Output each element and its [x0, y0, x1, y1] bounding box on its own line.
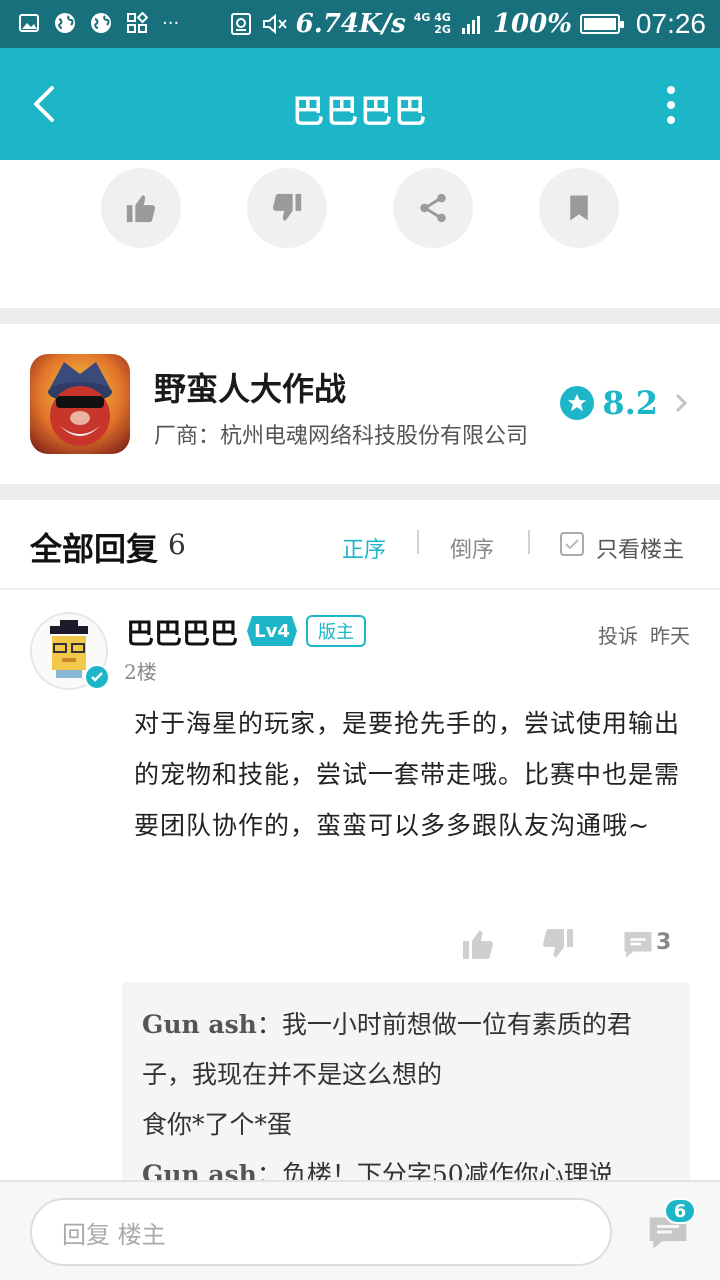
sort-ascending[interactable]: 正序 [342, 532, 386, 564]
sort-separator [528, 530, 530, 554]
like-button[interactable] [101, 168, 181, 248]
thumbs-up-icon[interactable] [460, 926, 496, 962]
comment-body: 对于海星的玩家，是要抢先手的，尝试使用输出的宠物和技能，尝试一套带走哦。比赛中也… [134, 709, 681, 840]
comment-item: 巴巴巴巴 Lv4 版主 2楼 投诉 昨天 对于海星的玩家，是要抢先手的，尝试使用… [0, 592, 720, 1280]
comment-time: 昨天 [650, 624, 690, 648]
replies-title: 全部回复 [30, 530, 159, 568]
sort-separator [417, 530, 419, 554]
post-actions [0, 160, 720, 308]
owner-only-label[interactable]: 只看楼主 [596, 532, 684, 564]
share-button[interactable] [393, 168, 473, 248]
reply-count: 3 [656, 930, 672, 955]
game-rating[interactable]: 8.2 [560, 384, 690, 422]
bookmark-icon [570, 195, 588, 221]
report-link[interactable]: 投诉 [598, 620, 638, 649]
replies-header: 全部回复 6 正序 倒序 只看楼主 [0, 500, 720, 590]
page-title: 巴巴巴巴 [291, 92, 428, 130]
thumbs-up-icon [126, 195, 156, 223]
reply-input[interactable]: 回复 楼主 [30, 1198, 612, 1266]
check-icon [565, 539, 579, 550]
star-icon [560, 386, 595, 420]
overflow-dots: ··· [162, 12, 180, 34]
level-badge: Lv4 [247, 616, 297, 646]
sub-reply-author[interactable]: Gun ash [142, 1010, 257, 1039]
nfc-icon [228, 11, 254, 37]
sub-reply[interactable]: Gun ash：我一小时前想做一位有素质的君子，我现在并不是这么想的 [142, 1000, 670, 1100]
game-vendor: 厂商：杭州电魂网络科技股份有限公司 [154, 424, 529, 449]
app-grid-icon [124, 10, 150, 36]
comment-actions: 3 [460, 922, 690, 966]
sub-reply[interactable]: 食你*了个*蛋 [142, 1100, 670, 1150]
app-bar: 巴巴巴巴 [0, 48, 720, 160]
floor-number: 2楼 [124, 660, 157, 684]
game-name: 野蛮人大作战 [154, 370, 347, 408]
gallery-icon [16, 10, 42, 36]
globe-icon [52, 10, 78, 36]
battery-icon [579, 14, 624, 34]
chevron-right-icon [675, 393, 688, 413]
thumbs-down-icon [272, 193, 302, 221]
net-speed: 6.74K/s [295, 9, 406, 39]
share-icon [420, 193, 446, 223]
avatar[interactable] [30, 612, 110, 690]
sub-reply-text: 食你*了个*蛋 [142, 1110, 293, 1139]
signal-icon [459, 11, 485, 37]
status-left: ··· [16, 10, 179, 36]
sort-descending[interactable]: 倒序 [450, 532, 494, 564]
game-icon[interactable] [30, 354, 130, 454]
thumbs-down-icon[interactable] [540, 926, 576, 962]
owner-only-checkbox[interactable] [560, 532, 584, 556]
moderator-badge: 版主 [306, 615, 366, 647]
replies-count: 6 [168, 528, 186, 561]
game-card[interactable]: 野蛮人大作战 厂商：杭州电魂网络科技股份有限公司 8.2 [0, 324, 720, 484]
comment-icon[interactable] [620, 926, 656, 962]
dislike-button[interactable] [247, 168, 327, 248]
mute-icon [262, 11, 288, 37]
divider [0, 484, 720, 500]
globe-icon [88, 10, 114, 36]
battery-fill [583, 18, 616, 30]
verified-icon [84, 664, 110, 690]
comment-author[interactable]: 巴巴巴巴 [126, 612, 238, 652]
status-right: 6.74K/s 4G 4G 2G 100% 07:26 [228, 6, 706, 42]
bottom-bar: 回复 楼主 6 [0, 1180, 720, 1280]
battery-percent: 100% [492, 9, 572, 39]
status-bar: ··· 6.74K/s 4G 4G 2G 100% 07:26 [0, 0, 720, 48]
comment-meta: 投诉 昨天 [598, 620, 690, 649]
divider [0, 308, 720, 324]
more-vertical-icon[interactable] [664, 86, 678, 124]
rating-value: 8.2 [602, 384, 658, 422]
bookmark-button[interactable] [539, 168, 619, 248]
net-type: 4G 4G 2G [413, 11, 451, 36]
comment-count-badge: 6 [664, 1198, 696, 1224]
clock: 07:26 [635, 8, 706, 39]
